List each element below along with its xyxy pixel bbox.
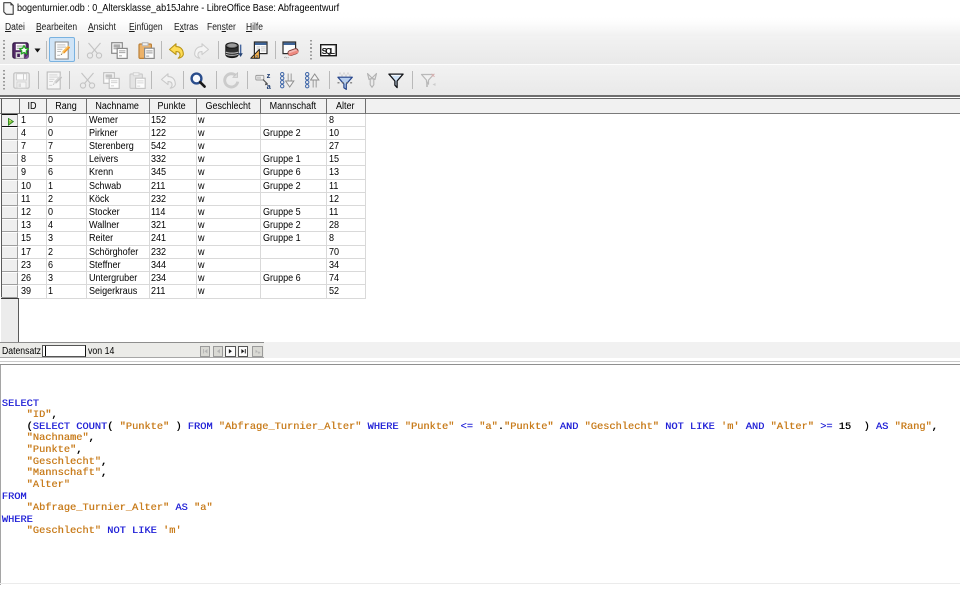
svg-text:SQL: SQL — [321, 45, 334, 55]
svg-text:a: a — [266, 82, 271, 89]
svg-text:z: z — [266, 72, 270, 80]
